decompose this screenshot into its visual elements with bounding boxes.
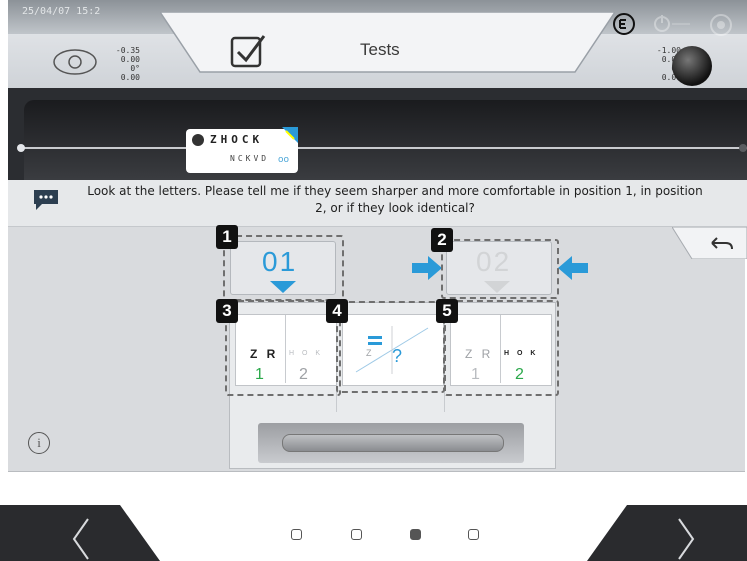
occluded-eye-icon[interactable]	[672, 46, 712, 86]
chat-bubble-icon	[34, 190, 58, 210]
annotation-box-1	[223, 235, 344, 301]
undo-button[interactable]	[672, 227, 747, 259]
settings-icon[interactable]	[708, 12, 734, 38]
page-indicator-3-active[interactable]	[410, 529, 421, 540]
chart-row-top: ZHOCK	[210, 133, 264, 146]
page-indicator-4[interactable]	[468, 529, 479, 540]
info-icon[interactable]: i	[28, 432, 50, 454]
left-add: 0.00	[120, 73, 140, 82]
chart-slider-track-area	[24, 100, 747, 180]
annotation-box-3	[225, 300, 341, 396]
left-eye-values: -0.35 0.00 0° 0.00	[92, 46, 140, 82]
annotation-badge-3: 3	[216, 299, 238, 323]
instruction-text: Look at the letters. Please tell me if t…	[87, 184, 703, 215]
chart-slider-line[interactable]	[20, 147, 747, 149]
annotation-badge-1: 1	[216, 225, 238, 249]
slider-start-dot[interactable]	[17, 144, 25, 152]
page-indicator-2[interactable]	[351, 529, 362, 540]
right-sphere: -1.00	[656, 46, 681, 55]
chart-logo-icon	[192, 134, 204, 146]
power-icon[interactable]	[652, 12, 692, 34]
chart-tag-icon	[282, 127, 298, 143]
arrow-right-icon	[412, 256, 442, 280]
annotation-badge-4: 4	[326, 299, 348, 323]
page-title: Tests	[360, 40, 400, 59]
datetime-text: 25/04/07 15:2	[22, 6, 101, 17]
annotation-box-5	[444, 300, 559, 396]
left-axis: 0°	[130, 64, 140, 73]
annotation-box-2	[441, 239, 559, 299]
next-page-button[interactable]	[587, 505, 747, 561]
previous-page-button[interactable]	[0, 505, 160, 561]
page-indicator-1[interactable]	[291, 529, 302, 540]
checkbox-icon	[230, 35, 266, 68]
left-sphere: -0.35	[115, 46, 140, 55]
mode-icon[interactable]	[612, 12, 636, 36]
annotation-box-4	[336, 301, 445, 393]
arrow-left-icon	[558, 256, 588, 280]
left-cylinder: 0.00	[120, 55, 140, 64]
annotation-badge-5: 5	[436, 299, 458, 323]
slider-end-dot[interactable]	[739, 144, 747, 152]
chart-dots: oo	[278, 155, 290, 165]
annotation-badge-2: 2	[431, 228, 453, 252]
drag-handle[interactable]	[282, 434, 504, 452]
chart-row-bottom: NCKVD	[230, 154, 270, 163]
